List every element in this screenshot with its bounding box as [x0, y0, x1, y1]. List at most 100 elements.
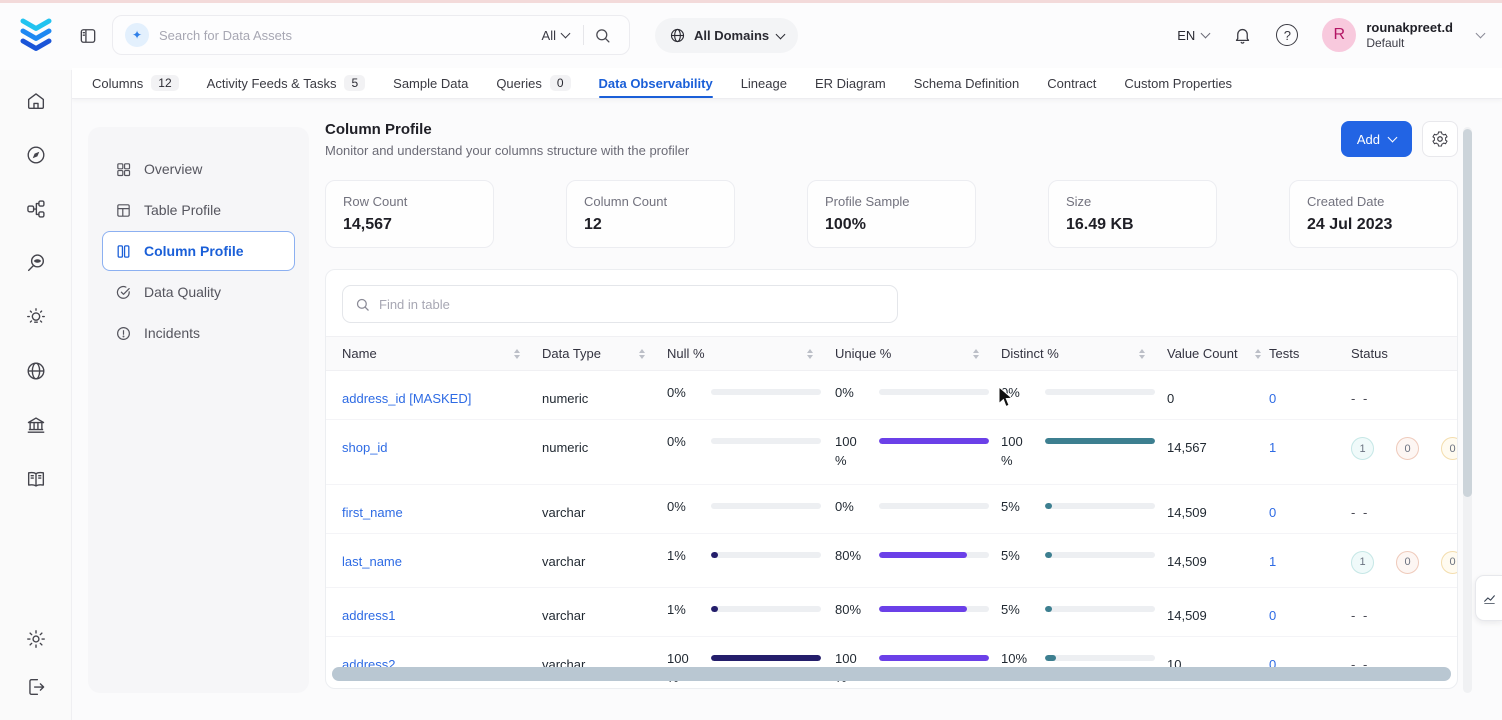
tab-lineage[interactable]: Lineage [741, 68, 787, 98]
ai-sparkle-icon[interactable]: ✦ [125, 23, 149, 47]
side-panel-toggle[interactable] [1475, 575, 1502, 621]
menu-item-table-profile[interactable]: Table Profile [102, 190, 295, 230]
data-assets-hierarchy-icon[interactable] [25, 198, 47, 220]
avatar[interactable]: R [1322, 18, 1356, 52]
column-name-link[interactable]: address1 [342, 608, 395, 623]
menu-item-label: Data Quality [144, 284, 221, 300]
global-search-input[interactable] [159, 28, 532, 43]
tests-count-link[interactable]: 1 [1269, 554, 1276, 569]
col-header-unique[interactable]: Unique % [835, 346, 1001, 361]
menu-item-data-quality[interactable]: Data Quality [102, 272, 295, 312]
insights-bulb-icon[interactable] [25, 306, 47, 328]
sort-icon[interactable] [807, 349, 813, 359]
data-type-cell: varchar [542, 601, 667, 623]
sidebar-toggle-icon[interactable] [78, 26, 98, 49]
column-name-link[interactable]: address_id [MASKED] [342, 391, 471, 406]
global-search-bar[interactable]: ✦ All [112, 15, 630, 55]
notifications-bell-icon[interactable] [1233, 26, 1252, 45]
tab-data-observability[interactable]: Data Observability [599, 68, 713, 98]
stat-label: Row Count [343, 194, 476, 209]
tab-activity-feeds[interactable]: Activity Feeds & Tasks5 [207, 68, 366, 98]
topbar: ✦ All All Domains EN ? R rounakpreet.d D… [0, 0, 1502, 70]
col-header-data-type[interactable]: Data Type [542, 346, 667, 361]
status-failed-badge[interactable]: 0 [1441, 551, 1458, 574]
menu-item-overview[interactable]: Overview [102, 149, 295, 189]
status-badges: 1 0 0 [1351, 437, 1458, 460]
tab-queries[interactable]: Queries0 [496, 68, 570, 98]
find-in-table[interactable] [342, 285, 898, 323]
tab-er-diagram[interactable]: ER Diagram [815, 68, 886, 98]
find-in-table-input[interactable] [379, 297, 885, 312]
domains-globe-icon[interactable] [25, 360, 47, 382]
glossary-book-icon[interactable] [25, 468, 47, 490]
distinct-percent-cell: 5% [1001, 547, 1167, 566]
tab-schema-definition[interactable]: Schema Definition [914, 68, 1020, 98]
observability-search-eye-icon[interactable] [25, 252, 47, 274]
status-failed-badge[interactable]: 0 [1441, 437, 1458, 460]
distinct-percent-value: 0% [1001, 384, 1035, 403]
col-header-null[interactable]: Null % [667, 346, 835, 361]
vertical-scrollbar-thumb[interactable] [1463, 129, 1472, 497]
horizontal-scrollbar[interactable] [332, 667, 1451, 681]
tab-sample-data[interactable]: Sample Data [393, 68, 468, 98]
tab-label: Custom Properties [1124, 76, 1232, 91]
null-percent-value: 0% [667, 498, 701, 517]
tests-count-link[interactable]: 0 [1269, 391, 1276, 406]
unique-percent-bar [879, 552, 989, 558]
sort-icon[interactable] [639, 349, 645, 359]
data-type-cell: numeric [542, 433, 667, 455]
chevron-down-icon [776, 29, 786, 39]
tab-contract[interactable]: Contract [1047, 68, 1096, 98]
column-name-link[interactable]: shop_id [342, 440, 388, 455]
logout-icon[interactable] [25, 676, 47, 698]
column-name-link[interactable]: first_name [342, 505, 403, 520]
recording-strip [0, 0, 1502, 3]
tab-label: Contract [1047, 76, 1096, 91]
language-dropdown[interactable]: EN [1177, 28, 1209, 43]
tab-label: Data Observability [599, 76, 713, 91]
openmetadata-logo[interactable] [18, 16, 54, 57]
search-icon[interactable] [588, 27, 617, 44]
sort-icon[interactable] [973, 349, 979, 359]
table-icon [115, 202, 132, 219]
col-header-name[interactable]: Name [342, 346, 542, 361]
null-percent-bar [711, 655, 821, 661]
col-header-distinct[interactable]: Distinct % [1001, 346, 1167, 361]
tab-columns[interactable]: Columns12 [92, 68, 179, 98]
col-header-tests: Tests [1269, 346, 1351, 361]
sort-icon[interactable] [1139, 349, 1145, 359]
sort-icon[interactable] [1255, 349, 1261, 359]
home-icon[interactable] [25, 90, 47, 112]
null-percent-bar [711, 438, 821, 444]
distinct-percent-bar [1045, 503, 1155, 509]
unique-percent-value: 0% [835, 384, 869, 403]
sort-icon[interactable] [514, 349, 520, 359]
col-header-value-count[interactable]: Value Count [1167, 346, 1269, 361]
column-name-link[interactable]: last_name [342, 554, 402, 569]
status-aborted-badge[interactable]: 0 [1396, 551, 1419, 574]
help-icon[interactable]: ? [1276, 24, 1298, 46]
tests-count-link[interactable]: 0 [1269, 505, 1276, 520]
status-success-badge[interactable]: 1 [1351, 551, 1374, 574]
profiler-settings-button[interactable] [1422, 121, 1458, 157]
domains-dropdown[interactable]: All Domains [655, 18, 798, 53]
govern-bank-icon[interactable] [25, 414, 47, 436]
menu-item-incidents[interactable]: Incidents [102, 313, 295, 353]
distinct-percent-cell: 5% [1001, 498, 1167, 517]
tests-count-link[interactable]: 1 [1269, 440, 1276, 455]
null-percent-value: 0% [667, 433, 701, 452]
unique-percent-bar [879, 606, 989, 612]
menu-item-column-profile[interactable]: Column Profile [102, 231, 295, 271]
tests-count-link[interactable]: 0 [1269, 608, 1276, 623]
profiler-side-menu: Overview Table Profile Column Profile Da… [88, 127, 309, 693]
add-button[interactable]: Add [1341, 121, 1412, 157]
user-menu[interactable]: R rounakpreet.d Default [1322, 18, 1484, 52]
search-scope-dropdown[interactable]: All [532, 28, 579, 43]
stat-card-column-count: Column Count 12 [566, 180, 735, 248]
explore-compass-icon[interactable] [25, 144, 47, 166]
tab-custom-properties[interactable]: Custom Properties [1124, 68, 1232, 98]
status-success-badge[interactable]: 1 [1351, 437, 1374, 460]
tab-label: Queries [496, 76, 542, 91]
settings-gear-icon[interactable] [25, 628, 47, 650]
status-aborted-badge[interactable]: 0 [1396, 437, 1419, 460]
